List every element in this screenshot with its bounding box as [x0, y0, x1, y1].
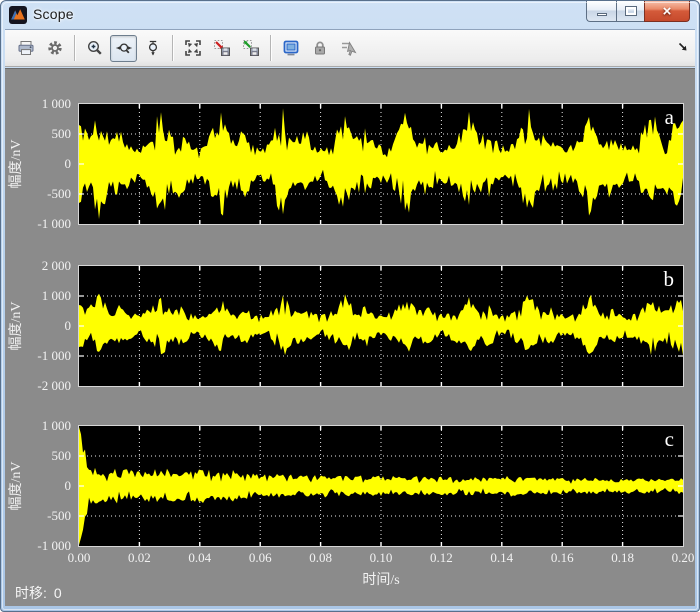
y-tick-label: -500 [9, 187, 71, 201]
close-button[interactable]: × [644, 1, 690, 22]
y-tick-label: 2 000 [9, 259, 71, 273]
y-tick-label: 1 000 [9, 289, 71, 303]
plot-a[interactable]: a [79, 104, 683, 224]
y-tick-label: 0 [9, 319, 71, 333]
lock-axes-button[interactable] [306, 35, 333, 62]
x-tick-label: 0.00 [57, 550, 101, 566]
floating-scope-button[interactable] [277, 35, 304, 62]
signal-selection-button[interactable] [335, 35, 362, 62]
zoom-in-icon [86, 39, 104, 57]
time-offset-status: 时移: 0 [15, 583, 62, 603]
print-button[interactable] [12, 35, 39, 62]
minimize-button[interactable] [586, 1, 616, 22]
x-tick-label: 0.06 [238, 550, 282, 566]
plot-group-c: 幅度/nV 1 000 500 0 -500 -1 000 c [5, 426, 695, 546]
x-tick-label: 0.04 [178, 550, 222, 566]
zoom-y-icon [144, 39, 162, 57]
y-tick-label: -1 000 [9, 217, 71, 231]
restore-axes-button[interactable] [237, 35, 264, 62]
gear-icon [46, 39, 64, 57]
x-tick-label: 0.16 [540, 550, 584, 566]
signal-cursor-icon [340, 39, 358, 57]
plot-b[interactable]: b [79, 266, 683, 386]
time-offset-value: 0 [54, 585, 62, 601]
y-tick-label: 0 [9, 157, 71, 171]
figure-area: 幅度/nV 1 000 500 0 -500 -1 000 a 幅度/nV 2 … [5, 68, 695, 606]
y-tick-label: 1 000 [9, 419, 71, 433]
caption-buttons: × [586, 1, 690, 22]
x-tick-label: 0.14 [480, 550, 524, 566]
window-title: Scope [33, 6, 74, 22]
x-axis-label: 时间/s [79, 569, 683, 589]
time-offset-label: 时移: [15, 585, 47, 601]
floating-scope-icon [282, 39, 300, 57]
plot-c-corner-label: c [665, 427, 674, 452]
restore-icon [626, 7, 636, 15]
toolbar [5, 29, 695, 67]
toolbar-separator [270, 35, 271, 61]
x-tick-label: 0.12 [419, 550, 463, 566]
overflow-arrow-icon [677, 41, 689, 53]
y-tick-label: -500 [9, 509, 71, 523]
y-tick-label: -1 000 [9, 349, 71, 363]
plot-group-b: 幅度/nV 2 000 1 000 0 -1 000 -2 000 b [5, 266, 695, 386]
x-tick-label: 0.02 [117, 550, 161, 566]
zoom-x-button[interactable] [110, 35, 137, 62]
y-tick-label: 0 [9, 479, 71, 493]
autoscale-button[interactable] [179, 35, 206, 62]
toolbar-separator [172, 35, 173, 61]
plot-b-corner-label: b [664, 267, 675, 292]
y-tick-label: 500 [9, 127, 71, 141]
y-tick-label: -2 000 [9, 379, 71, 393]
save-axes-button[interactable] [208, 35, 235, 62]
zoom-y-button[interactable] [139, 35, 166, 62]
zoom-button[interactable] [81, 35, 108, 62]
toolbar-separator [74, 35, 75, 61]
restore-axes-green-icon [242, 39, 260, 57]
parameters-button[interactable] [41, 35, 68, 62]
close-icon: × [663, 4, 672, 19]
autoscale-icon [184, 39, 202, 57]
y-tick-label: 1 000 [9, 97, 71, 111]
restore-button[interactable] [616, 1, 644, 22]
x-tick-label: 0.20 [661, 550, 700, 566]
x-tick-label: 0.10 [359, 550, 403, 566]
minimize-icon [597, 13, 607, 16]
y-tick-label: 500 [9, 449, 71, 463]
save-axes-red-icon [213, 39, 231, 57]
lock-icon [311, 39, 329, 57]
titlebar[interactable]: Scope × [1, 1, 699, 29]
printer-icon [17, 39, 35, 57]
x-tick-label: 0.18 [601, 550, 645, 566]
x-tick-label: 0.08 [299, 550, 343, 566]
toolbar-overflow-arrow[interactable] [677, 40, 689, 58]
matlab-scope-icon [9, 6, 27, 24]
plot-c[interactable]: c [79, 426, 683, 546]
scope-window: Scope × [0, 0, 700, 612]
zoom-x-icon [115, 39, 133, 57]
x-axis-ticks: 0.00 0.02 0.04 0.06 0.08 0.10 0.12 0.14 … [5, 550, 695, 564]
plot-a-corner-label: a [665, 105, 674, 130]
plot-group-a: 幅度/nV 1 000 500 0 -500 -1 000 a [5, 104, 695, 224]
